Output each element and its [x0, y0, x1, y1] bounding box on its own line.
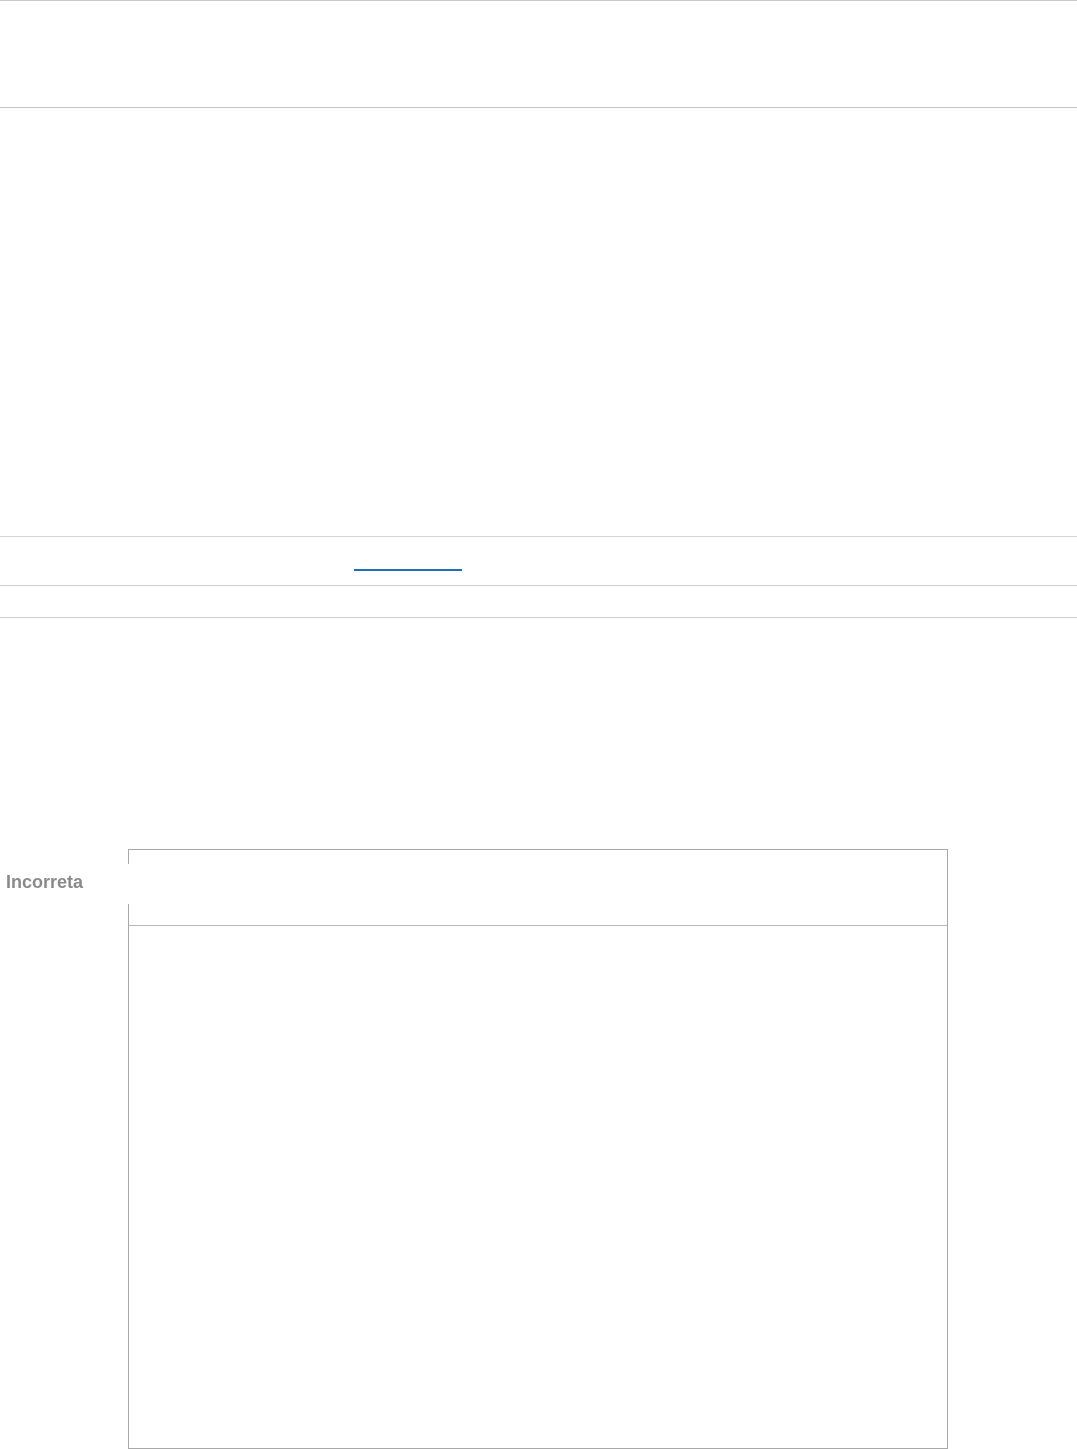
answer-box-header	[129, 850, 947, 926]
section-divider-top	[0, 536, 1077, 537]
answer-box	[128, 849, 948, 1449]
answer-box-notch	[124, 864, 132, 904]
header-divider	[0, 107, 1077, 108]
link-row	[0, 537, 1077, 585]
top-divider	[0, 0, 1077, 1]
result-status-label: Incorreta	[6, 872, 84, 892]
answer-link[interactable]	[354, 549, 462, 571]
section-divider-middle	[0, 585, 1077, 586]
section-divider-bottom	[0, 617, 1077, 618]
answer-box-body	[129, 926, 947, 1448]
